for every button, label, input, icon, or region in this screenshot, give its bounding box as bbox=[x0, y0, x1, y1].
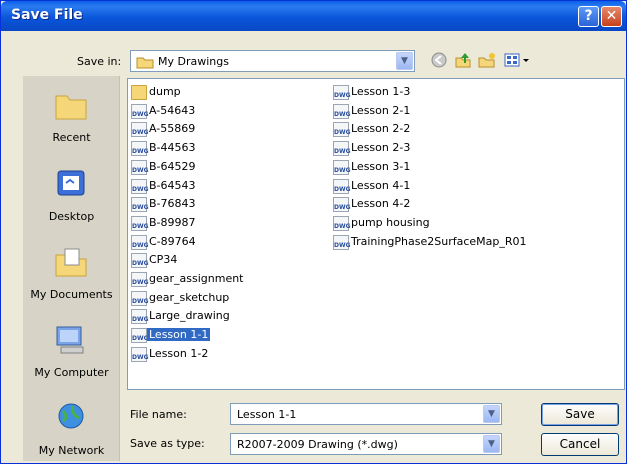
file-name: Lesson 1-1 bbox=[147, 328, 211, 342]
places-desktop[interactable]: Desktop bbox=[23, 163, 120, 239]
file-name: A-54643 bbox=[149, 103, 196, 117]
new-folder-icon[interactable] bbox=[477, 51, 497, 71]
chevron-down-icon[interactable]: ▼ bbox=[396, 52, 413, 70]
file-name: Large_drawing bbox=[149, 309, 230, 323]
file-name: Lesson 2-3 bbox=[351, 141, 411, 155]
dwg-file-icon: DWG bbox=[131, 159, 149, 175]
dialog-title: Save File bbox=[11, 7, 83, 23]
dwg-file-icon: DWG bbox=[131, 253, 149, 269]
dwg-file-icon: DWG bbox=[131, 103, 149, 119]
dwg-file-icon: DWG bbox=[131, 290, 149, 306]
file-name: A-55869 bbox=[149, 122, 196, 136]
dwg-file-icon: DWG bbox=[131, 122, 149, 138]
dwg-file-icon: DWG bbox=[333, 197, 351, 213]
file-name: Lesson 2-1 bbox=[351, 103, 411, 117]
file-name: gear_assignment bbox=[149, 272, 244, 285]
help-button[interactable]: ? bbox=[578, 6, 599, 27]
dwg-file-icon: DWG bbox=[131, 215, 149, 231]
folder-icon bbox=[136, 57, 154, 69]
file-name: Lesson 1-2 bbox=[149, 346, 209, 360]
file-name: pump housing bbox=[351, 215, 430, 229]
dwg-file-icon: DWG bbox=[131, 309, 149, 325]
file-name-value[interactable]: Lesson 1-1 bbox=[237, 408, 296, 421]
save-in-dropdown[interactable]: My Drawings ▼ bbox=[130, 50, 415, 72]
file-name: Lesson 4-2 bbox=[351, 197, 411, 211]
places-my-documents-label: My Documents bbox=[30, 288, 113, 301]
save-in-label: Save in: bbox=[77, 55, 122, 68]
up-folder-icon[interactable] bbox=[453, 51, 473, 71]
chevron-down-icon[interactable]: ▼ bbox=[483, 405, 500, 423]
dwg-file-icon: DWG bbox=[131, 234, 149, 250]
file-name: B-76843 bbox=[149, 197, 196, 211]
save-in-value: My Drawings bbox=[158, 55, 229, 68]
save-button[interactable]: Save bbox=[541, 403, 619, 426]
places-recent-label: Recent bbox=[52, 131, 91, 144]
save-as-type-value: R2007-2009 Drawing (*.dwg) bbox=[237, 438, 398, 451]
dwg-file-icon: DWG bbox=[131, 197, 149, 213]
my-documents-icon bbox=[55, 248, 87, 277]
file-name: B-64529 bbox=[149, 159, 196, 173]
file-name: Lesson 2-2 bbox=[351, 122, 411, 136]
file-name: B-64543 bbox=[149, 178, 196, 192]
places-my-network[interactable]: My Network bbox=[23, 397, 120, 473]
save-file-dialog: Save File ? ✕ Save in: My Drawings ▼ Rec… bbox=[0, 0, 627, 464]
file-name-label: File name: bbox=[130, 408, 187, 421]
save-as-type-dropdown[interactable]: R2007-2009 Drawing (*.dwg) ▼ bbox=[230, 433, 502, 455]
dwg-file-icon: DWG bbox=[333, 122, 351, 138]
save-as-type-label: Save as type: bbox=[130, 437, 205, 450]
dwg-file-icon: DWG bbox=[333, 215, 351, 231]
file-name: B-89987 bbox=[149, 215, 196, 229]
dwg-file-icon: DWG bbox=[333, 178, 351, 194]
file-list[interactable]: dump DWG A-54643 DWG A-55869 DWG B-44563 DWG B-6… bbox=[127, 78, 625, 390]
file-name: Lesson 3-1 bbox=[351, 159, 411, 173]
places-bar: Recent Desktop My Documents My Computer … bbox=[23, 76, 120, 461]
dwg-file-icon: DWG bbox=[131, 141, 149, 157]
file-name: TrainingPhase2SurfaceMap_R01 bbox=[351, 234, 527, 248]
dwg-file-icon: DWG bbox=[333, 141, 351, 157]
file-name: CP34 bbox=[149, 253, 178, 267]
dwg-file-icon: DWG bbox=[333, 85, 351, 100]
folder-icon bbox=[131, 85, 147, 100]
close-button[interactable]: ✕ bbox=[601, 6, 622, 27]
dwg-file-icon: DWG bbox=[333, 159, 351, 175]
places-desktop-label: Desktop bbox=[48, 210, 95, 223]
file-name: Lesson 1-3 bbox=[351, 85, 411, 98]
recent-folder-icon bbox=[55, 95, 87, 120]
places-recent[interactable]: Recent bbox=[23, 84, 120, 160]
dwg-file-icon: DWG bbox=[131, 346, 149, 362]
places-my-documents[interactable]: My Documents bbox=[23, 241, 120, 317]
my-network-icon bbox=[58, 403, 84, 429]
desktop-icon bbox=[57, 170, 85, 196]
chevron-down-icon[interactable]: ▼ bbox=[483, 435, 500, 453]
my-computer-icon bbox=[56, 326, 84, 354]
places-my-computer-label: My Computer bbox=[34, 366, 109, 379]
dwg-file-icon: DWG bbox=[333, 103, 351, 119]
cancel-button[interactable]: Cancel bbox=[541, 433, 619, 456]
file-name: C-89764 bbox=[149, 234, 196, 248]
places-my-network-label: My Network bbox=[38, 444, 105, 457]
file-name: dump bbox=[149, 85, 181, 98]
dwg-file-icon: DWG bbox=[131, 272, 149, 287]
title-bar[interactable]: Save File ? ✕ bbox=[1, 1, 626, 31]
views-menu-icon[interactable] bbox=[501, 51, 535, 71]
file-name-input[interactable]: Lesson 1-1 ▼ bbox=[230, 403, 502, 425]
file-name: B-44563 bbox=[149, 141, 196, 155]
file-name: gear_sketchup bbox=[149, 290, 230, 304]
file-name: Lesson 4-1 bbox=[351, 178, 411, 192]
dwg-file-icon: DWG bbox=[131, 178, 149, 194]
dwg-file-icon: DWG bbox=[131, 328, 149, 344]
places-my-computer[interactable]: My Computer bbox=[23, 319, 120, 395]
back-icon[interactable] bbox=[429, 51, 449, 71]
dwg-file-icon: DWG bbox=[333, 234, 351, 250]
